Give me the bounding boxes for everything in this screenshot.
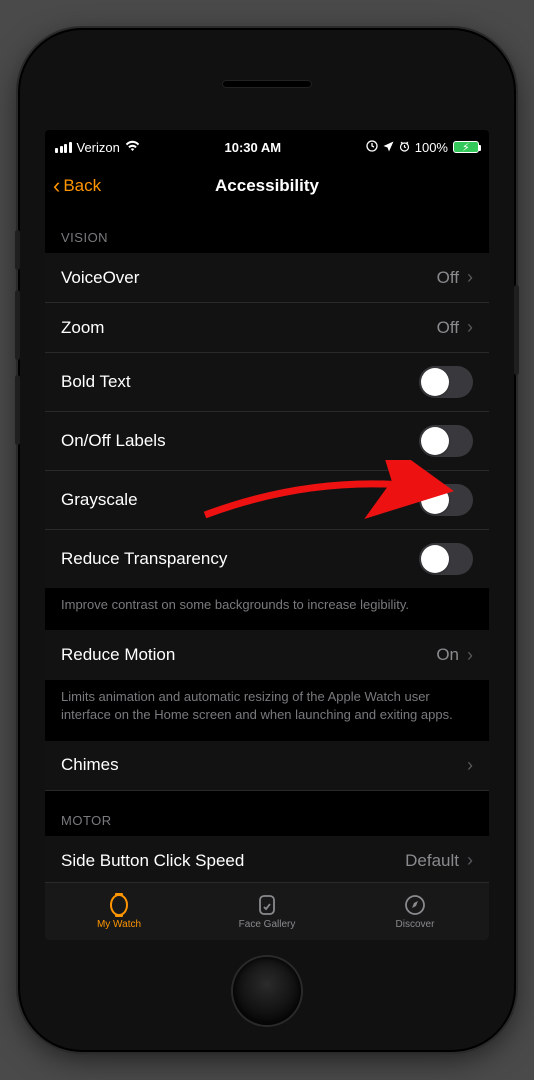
chevron-right-icon: › (467, 755, 473, 776)
row-label: Reduce Transparency (61, 549, 227, 569)
row-label: Chimes (61, 755, 119, 775)
location-icon (383, 140, 394, 155)
row-chimes[interactable]: Chimes › (45, 741, 489, 791)
row-reduce-transparency: Reduce Transparency (45, 530, 489, 588)
tab-bar: My Watch Face Gallery Discover (45, 882, 489, 940)
section-header-motor: MOTOR (45, 791, 489, 836)
power-button (514, 285, 519, 375)
row-zoom[interactable]: Zoom Off › (45, 303, 489, 353)
chevron-right-icon: › (467, 850, 473, 871)
screen: Verizon 10:30 AM 100% ⚡︎ (45, 130, 489, 940)
wifi-icon (125, 140, 140, 155)
row-grayscale: Grayscale (45, 471, 489, 530)
tab-face-gallery[interactable]: Face Gallery (193, 883, 341, 940)
cellular-signal-icon (55, 142, 72, 153)
face-gallery-icon (254, 893, 280, 917)
row-value: Default (405, 851, 459, 871)
tab-label: Face Gallery (239, 919, 296, 930)
note-reduce-motion: Limits animation and automatic resizing … (45, 680, 489, 740)
row-voiceover[interactable]: VoiceOver Off › (45, 253, 489, 303)
row-label: Reduce Motion (61, 645, 175, 665)
orientation-lock-icon (366, 140, 378, 155)
row-bold-text: Bold Text (45, 353, 489, 412)
watch-icon (106, 893, 132, 917)
battery-icon: ⚡︎ (453, 141, 479, 153)
status-bar: Verizon 10:30 AM 100% ⚡︎ (45, 130, 489, 164)
row-side-button-speed[interactable]: Side Button Click Speed Default › (45, 836, 489, 882)
back-label: Back (63, 176, 101, 196)
toggle-reduce-transparency[interactable] (419, 543, 473, 575)
row-label: VoiceOver (61, 268, 139, 288)
volume-up-button (15, 290, 20, 360)
home-button[interactable] (233, 957, 301, 1025)
tab-discover[interactable]: Discover (341, 883, 489, 940)
mute-switch (15, 230, 20, 270)
earpiece-speaker (222, 80, 312, 88)
compass-icon (402, 893, 428, 917)
row-reduce-motion[interactable]: Reduce Motion On › (45, 630, 489, 680)
carrier-label: Verizon (77, 140, 120, 155)
toggle-onoff-labels[interactable] (419, 425, 473, 457)
toggle-grayscale[interactable] (419, 484, 473, 516)
back-button[interactable]: ‹ Back (53, 164, 101, 208)
row-label: Grayscale (61, 490, 138, 510)
row-label: Bold Text (61, 372, 131, 392)
section-header-vision: VISION (45, 208, 489, 253)
row-value: Off (437, 318, 459, 338)
row-label: On/Off Labels (61, 431, 166, 451)
toggle-bold-text[interactable] (419, 366, 473, 398)
row-value: Off (437, 268, 459, 288)
tab-label: My Watch (97, 919, 141, 930)
tab-my-watch[interactable]: My Watch (45, 883, 193, 940)
tab-label: Discover (396, 919, 435, 930)
row-label: Side Button Click Speed (61, 851, 244, 871)
row-value: On (436, 645, 459, 665)
chevron-right-icon: › (467, 645, 473, 666)
phone-frame: Verizon 10:30 AM 100% ⚡︎ (20, 30, 514, 1050)
battery-percent: 100% (415, 140, 448, 155)
volume-down-button (15, 375, 20, 445)
note-reduce-transparency: Improve contrast on some backgrounds to … (45, 588, 489, 630)
alarm-icon (399, 140, 410, 155)
nav-bar: ‹ Back Accessibility (45, 164, 489, 208)
row-label: Zoom (61, 318, 104, 338)
settings-list[interactable]: VISION VoiceOver Off › Zoom Off › Bold T… (45, 208, 489, 882)
clock-time: 10:30 AM (225, 140, 282, 155)
page-title: Accessibility (215, 176, 319, 196)
chevron-left-icon: ‹ (53, 175, 60, 197)
chevron-right-icon: › (467, 267, 473, 288)
chevron-right-icon: › (467, 317, 473, 338)
row-onoff-labels: On/Off Labels (45, 412, 489, 471)
